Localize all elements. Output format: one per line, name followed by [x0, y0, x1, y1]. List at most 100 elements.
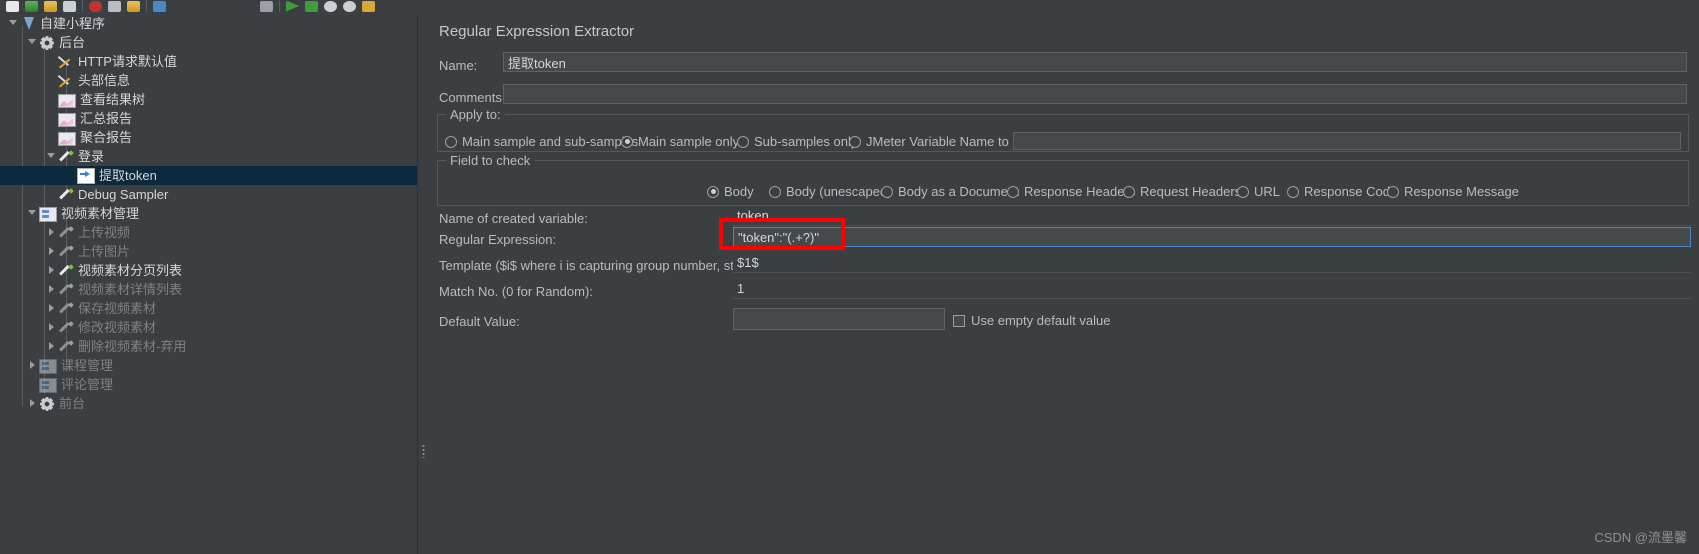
use-empty-default-label: Use empty default value — [971, 313, 1111, 328]
match-no-input[interactable] — [733, 279, 1691, 299]
default-value-input[interactable] — [733, 308, 945, 330]
comments-input[interactable] — [503, 84, 1687, 104]
tree-node-label: 头部信息 — [78, 73, 131, 88]
tree-node[interactable]: 提取token — [0, 166, 417, 185]
name-input[interactable] — [503, 52, 1687, 72]
radio-response-code[interactable]: Response Code — [1287, 184, 1397, 199]
tree-node[interactable]: 查看结果树 — [0, 90, 417, 109]
tree-node[interactable]: 前台 — [0, 394, 417, 413]
chevron-down-icon[interactable] — [25, 33, 39, 52]
radio-url[interactable]: URL — [1237, 184, 1280, 199]
radio-circle-icon[interactable] — [1287, 185, 1299, 198]
tree-node[interactable]: 登录 — [0, 147, 417, 166]
chevron-right-icon[interactable] — [44, 242, 58, 261]
start-icon[interactable] — [286, 0, 299, 12]
tree-node[interactable]: 汇总报告 — [0, 109, 417, 128]
chevron-right-icon[interactable] — [44, 299, 58, 318]
tree-node[interactable]: 上传视频 — [0, 223, 417, 242]
toolbar-icon-group-1[interactable] — [6, 0, 166, 14]
tree-node[interactable]: 头部信息 — [0, 71, 417, 90]
radio-circle-selected-icon[interactable] — [707, 185, 719, 198]
radio-request-headers[interactable]: Request Headers — [1123, 184, 1241, 199]
pipette-gray-icon — [58, 225, 74, 241]
radio-circle-selected-icon[interactable] — [621, 135, 633, 148]
tree-node[interactable]: 上传图片 — [0, 242, 417, 261]
copy-icon[interactable] — [108, 0, 121, 12]
radio-response-headers[interactable]: Response Headers — [1007, 184, 1135, 199]
radio-circle-icon[interactable] — [737, 135, 749, 148]
variable-name-input[interactable] — [733, 206, 1691, 226]
start-no-pause-icon[interactable] — [305, 0, 318, 12]
tree-node[interactable]: 自建小程序 — [0, 14, 417, 33]
tree-node[interactable]: 视频素材分页列表 — [0, 261, 417, 280]
splitter-grip-icon[interactable] — [422, 444, 425, 458]
tree-node[interactable]: 后台 — [0, 33, 417, 52]
main-toolbar[interactable] — [0, 0, 1699, 15]
shutdown-icon[interactable] — [343, 0, 356, 12]
tree-node[interactable]: HTTP请求默认值 — [0, 52, 417, 71]
chevron-down-icon[interactable] — [44, 147, 58, 166]
radio-circle-icon[interactable] — [445, 135, 457, 148]
toggle-icon[interactable] — [260, 0, 273, 12]
controller-faded-icon — [39, 377, 57, 393]
radio-label: Response Message — [1404, 184, 1519, 199]
expand-all-icon[interactable] — [153, 0, 166, 12]
tree-node-label: 自建小程序 — [40, 16, 106, 31]
chevron-down-icon[interactable] — [6, 14, 20, 33]
chevron-right-icon[interactable] — [25, 394, 39, 413]
tree-node-label: 视频素材分页列表 — [78, 263, 183, 278]
jmeter-variable-name-input[interactable] — [1013, 132, 1681, 150]
radio-main-sample-and-sub-samples[interactable]: Main sample and sub-samples — [445, 134, 638, 149]
cut-icon[interactable] — [89, 0, 102, 12]
use-empty-default-value-checkbox-row[interactable]: Use empty default value — [953, 313, 1110, 328]
chevron-right-icon[interactable] — [25, 356, 39, 375]
radio-circle-icon[interactable] — [881, 185, 893, 198]
radio-sub-samples-only[interactable]: Sub-samples only — [737, 134, 857, 149]
clear-icon[interactable] — [362, 0, 375, 12]
apply-to-title: Apply to: — [446, 107, 505, 122]
radio-circle-icon[interactable] — [1237, 185, 1249, 198]
stop-icon[interactable] — [324, 0, 337, 12]
chevron-down-icon[interactable] — [25, 204, 39, 223]
toolbar-separator-1 — [82, 0, 83, 12]
chevron-right-icon[interactable] — [44, 280, 58, 299]
chevron-right-icon[interactable] — [44, 223, 58, 242]
chart-icon — [58, 93, 76, 108]
radio-label: Body as a Document — [898, 184, 1019, 199]
checkbox-icon[interactable] — [953, 314, 965, 327]
tree-node[interactable]: 保存视频素材 — [0, 299, 417, 318]
radio-body[interactable]: Body — [707, 184, 754, 199]
radio-circle-icon[interactable] — [769, 185, 781, 198]
radio-circle-icon[interactable] — [1007, 185, 1019, 198]
radio-response-message[interactable]: Response Message — [1387, 184, 1519, 199]
radio-main-sample-only[interactable]: Main sample only — [621, 134, 739, 149]
open-folder-icon[interactable] — [44, 0, 57, 12]
radio-body-unescaped[interactable]: Body (unescaped) — [769, 184, 892, 199]
test-plan-tree[interactable]: 自建小程序后台 HTTP请求默认值头部信息查看结果树 汇总报告 聚合报告 登录 提取tok… — [0, 14, 417, 554]
templates-icon[interactable] — [25, 0, 38, 12]
radio-jmeter-variable-name[interactable]: JMeter Variable Name to use — [849, 134, 1033, 149]
template-input[interactable] — [733, 253, 1691, 273]
regex-input[interactable] — [733, 227, 1691, 247]
radio-circle-icon[interactable] — [849, 135, 861, 148]
radio-circle-icon[interactable] — [1387, 185, 1399, 198]
tree-node[interactable]: 评论管理 — [0, 375, 417, 394]
radio-body-as-a-document[interactable]: Body as a Document — [881, 184, 1019, 199]
new-file-icon[interactable] — [6, 0, 19, 12]
tree-node[interactable]: 课程管理 — [0, 356, 417, 375]
paste-icon[interactable] — [127, 0, 140, 12]
tree-node[interactable]: Debug Sampler — [0, 185, 417, 204]
toolbar-icon-group-2[interactable] — [260, 0, 375, 14]
tree-node[interactable]: 修改视频素材 — [0, 318, 417, 337]
tree-node[interactable]: 聚合报告 — [0, 128, 417, 147]
controller-faded-icon — [39, 358, 57, 374]
chevron-right-icon[interactable] — [44, 337, 58, 356]
tree-node[interactable]: 视频素材详情列表 — [0, 280, 417, 299]
tree-node[interactable]: 视频素材管理 — [0, 204, 417, 223]
tree-node[interactable]: 删除视频素材-弃用 — [0, 337, 417, 356]
chevron-right-icon[interactable] — [44, 318, 58, 337]
radio-circle-icon[interactable] — [1123, 185, 1135, 198]
save-icon[interactable] — [63, 0, 76, 12]
chevron-right-icon[interactable] — [44, 261, 58, 280]
